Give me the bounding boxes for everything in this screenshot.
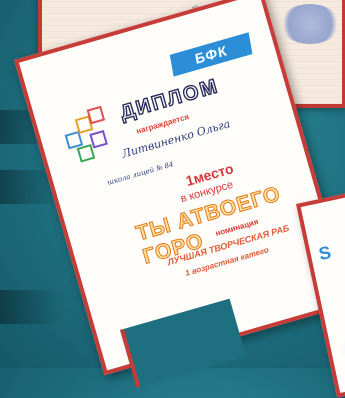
wall-stripe: [0, 290, 60, 324]
second-diploma-letter: S: [316, 242, 333, 265]
stamp-seal: [280, 4, 340, 44]
decorative-squares-icon: [60, 104, 122, 166]
watercolor-wash: [334, 320, 345, 369]
bfk-logo: БФК: [169, 32, 253, 77]
recipient-school: школа лицей № 84: [106, 160, 175, 187]
